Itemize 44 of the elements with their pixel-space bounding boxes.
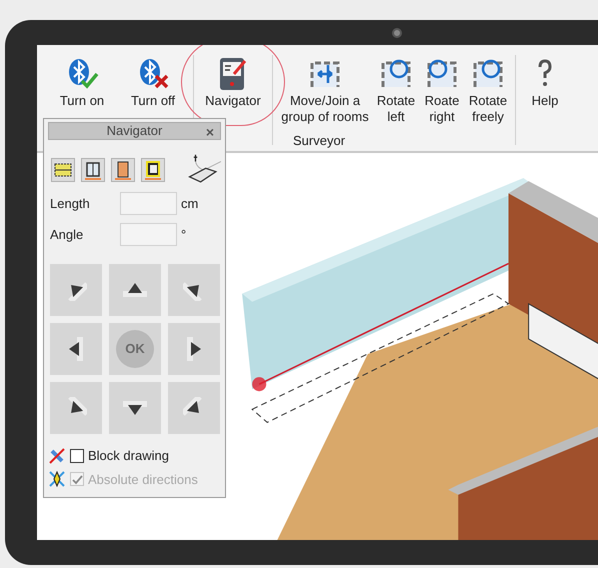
field-label: Angle <box>50 226 84 244</box>
arrow-icon <box>187 337 201 361</box>
ribbon-button[interactable]: Move/Join a group of rooms <box>277 55 373 125</box>
arrow-icon <box>123 283 147 297</box>
door-icon <box>112 159 134 181</box>
unit-label: ° <box>181 226 186 244</box>
group-label: Surveyor <box>293 132 346 150</box>
help-icon <box>537 59 553 89</box>
ribbon-button[interactable]: Navigator <box>198 55 268 109</box>
ribbon-button[interactable]: Rotate freely <box>465 55 511 125</box>
check-icon <box>72 474 82 485</box>
close-button[interactable]: × <box>206 122 214 143</box>
direction-button[interactable] <box>50 264 102 316</box>
pencil-cross-icon <box>48 446 66 465</box>
direction-button[interactable] <box>50 382 102 434</box>
input-field[interactable] <box>120 192 177 215</box>
door-tool[interactable] <box>111 158 135 182</box>
field-label: Length <box>50 194 91 213</box>
ribbon-button[interactable]: Help <box>520 55 570 109</box>
ribbon-button[interactable]: Rotate left <box>373 55 419 125</box>
direction-button[interactable] <box>168 382 220 434</box>
camera-icon <box>392 28 402 38</box>
device-icon <box>218 56 248 92</box>
arrow-icon <box>123 401 147 415</box>
checkbox[interactable] <box>70 448 84 463</box>
arrow-icon <box>69 337 83 361</box>
input-field[interactable] <box>120 223 177 246</box>
wall-tool[interactable] <box>51 158 75 182</box>
checkbox-label: Absolute directions <box>88 470 198 488</box>
room-icon <box>142 159 164 181</box>
direction-button[interactable] <box>168 323 220 375</box>
direction-button[interactable] <box>109 264 161 316</box>
direction-button[interactable] <box>50 323 102 375</box>
checkbox-label: Block drawing <box>88 447 169 465</box>
ribbon-button[interactable]: Turn on <box>47 55 117 109</box>
panel-title: Navigator <box>106 122 162 140</box>
direction-button[interactable] <box>168 264 220 316</box>
ok-label: OK <box>116 330 154 368</box>
direction-button[interactable] <box>109 382 161 434</box>
ribbon-button[interactable]: Roate right <box>419 55 465 125</box>
room-tool[interactable] <box>141 158 165 182</box>
ribbon-button[interactable]: Turn off <box>117 55 189 109</box>
unit-label: cm <box>181 194 198 213</box>
window-tool[interactable] <box>81 158 105 182</box>
